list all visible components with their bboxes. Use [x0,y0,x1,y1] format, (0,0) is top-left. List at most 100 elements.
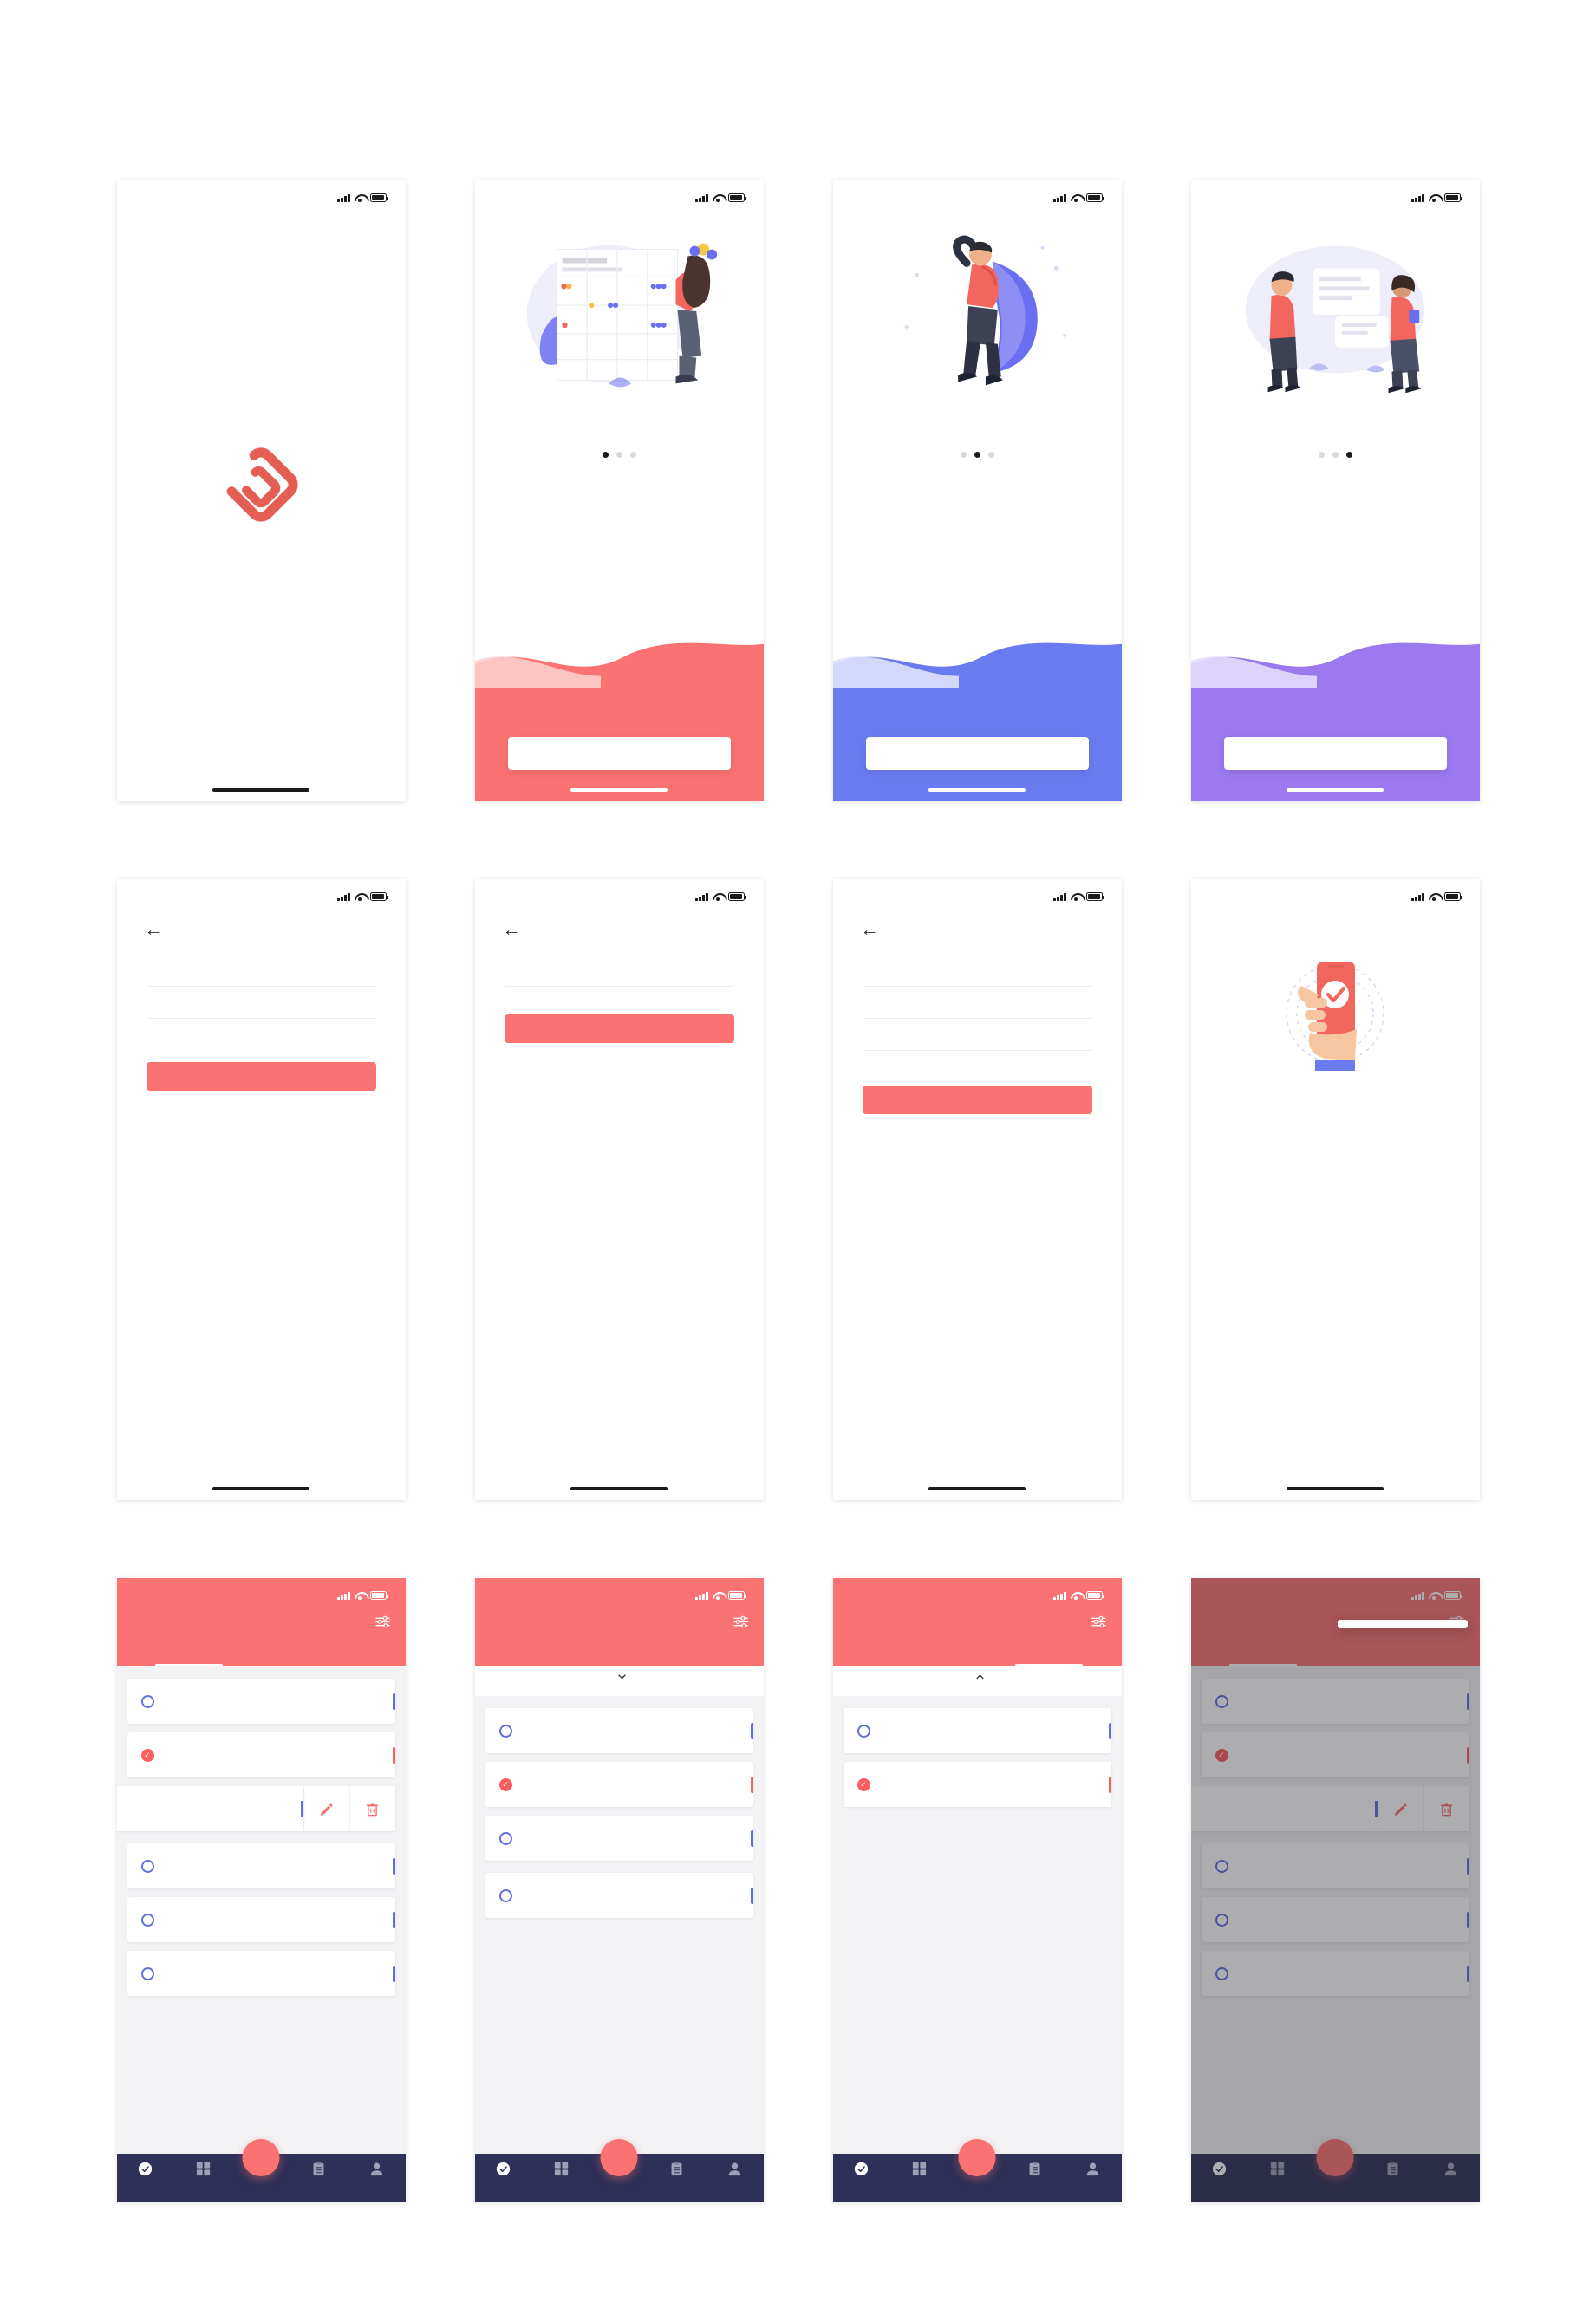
get-started-button[interactable] [1223,737,1447,770]
swiped-task-card[interactable] [116,1786,303,1831]
task-row[interactable] [127,1843,395,1888]
nav-item-profile[interactable] [1064,2161,1122,2180]
wifi-icon [355,193,366,203]
task-checkbox-icon[interactable] [498,1724,512,1738]
chevron-up-icon[interactable] [975,1674,984,1680]
wave-shape [474,642,764,695]
new-password-input[interactable] [862,1010,1092,1019]
signal-icon [695,193,708,202]
add-task-fab[interactable] [242,2139,280,2176]
task-checkbox-icon[interactable]: ✓ [857,1777,870,1791]
calendar-week [474,1666,764,1696]
edit-task-button[interactable] [303,1786,349,1831]
modal-overlay[interactable] [1190,1578,1480,2202]
onboarding-content [474,210,764,801]
task-row-swiped[interactable] [116,1786,395,1831]
login-button[interactable] [146,1062,376,1091]
reset-code-field [862,978,1092,987]
chevron-down-icon[interactable] [617,1674,626,1680]
delete-task-button[interactable] [349,1786,395,1831]
calendar-month-header[interactable] [487,1674,752,1680]
password-input[interactable] [146,1010,376,1019]
nav-item-my-task[interactable] [475,2161,533,2180]
username-input[interactable] [504,978,734,987]
reset-code-input[interactable] [862,978,1092,987]
tab-month[interactable] [261,1637,406,1666]
nav-item-my-task[interactable] [833,2161,891,2180]
status-bar [117,879,406,909]
screen-row-1 [62,180,1535,801]
task-row[interactable] [485,1708,753,1753]
change-password-button[interactable] [862,1086,1092,1114]
nav-item-menu[interactable] [532,2161,590,2180]
filter-icon[interactable] [733,1615,748,1628]
wifi-icon [713,892,724,902]
task-row[interactable] [127,1897,395,1942]
task-row[interactable] [127,1951,395,1996]
task-checkbox-icon[interactable]: ✓ [140,1748,154,1762]
task-checkbox-icon[interactable] [857,1724,870,1738]
page-dot-1[interactable] [602,452,609,458]
tab-month[interactable] [619,1637,764,1666]
page-dot-1[interactable] [960,452,967,458]
task-row[interactable]: ✓ [843,1762,1111,1807]
status-icons [337,193,388,203]
page-dot-2[interactable] [974,452,980,458]
page-dot-3[interactable] [1345,452,1352,458]
task-checkbox-icon[interactable] [498,1888,512,1902]
task-checkbox-icon[interactable] [498,1831,512,1845]
tab-today[interactable] [833,1637,978,1666]
tab-today[interactable] [475,1637,620,1666]
nav-item-quick[interactable] [1006,2161,1064,2180]
task-row[interactable] [127,1679,395,1724]
nav-item-quick[interactable] [290,2161,348,2180]
page-dot-1[interactable] [1318,452,1325,458]
battery-icon [1443,892,1462,901]
nav-item-menu[interactable] [890,2161,948,2180]
nav-item-quick[interactable] [648,2161,706,2180]
success-illustration [1191,952,1480,1099]
page-dot-2[interactable] [1332,452,1339,458]
back-arrow-icon[interactable]: ← [145,921,163,939]
status-bar [833,180,1122,210]
page-dot-3[interactable] [629,452,636,458]
calendar-month-header[interactable] [845,1674,1110,1680]
filter-icon[interactable] [375,1615,390,1628]
nav-item-profile[interactable] [348,2161,406,2180]
page-dot-2[interactable] [616,452,622,458]
username-input[interactable] [146,978,376,987]
confirm-password-input[interactable] [862,1042,1092,1051]
get-started-button[interactable] [865,737,1089,770]
add-task-fab[interactable] [958,2139,996,2176]
nav-item-menu[interactable] [174,2161,232,2180]
task-row[interactable] [485,1816,753,1861]
battery-icon [1085,1591,1104,1600]
back-arrow-icon[interactable]: ← [861,921,879,939]
nav-item-profile[interactable] [706,2161,764,2180]
task-accent-bar [750,1830,753,1847]
page-dot-3[interactable] [987,452,994,458]
task-checkbox-icon[interactable]: ✓ [498,1777,512,1791]
task-checkbox-icon[interactable] [140,1859,154,1873]
aking-logo-icon [226,447,298,522]
onboarding-actions [1191,737,1480,791]
task-checkbox-icon[interactable] [140,1694,154,1708]
task-row[interactable] [485,1873,753,1918]
filter-icon[interactable] [1091,1615,1106,1628]
back-arrow-icon[interactable]: ← [503,921,521,939]
task-checkbox-icon[interactable] [140,1913,154,1927]
task-row[interactable] [843,1708,1111,1753]
task-row[interactable]: ✓ [485,1762,753,1807]
task-checkbox-icon[interactable] [140,1967,154,1980]
tab-today[interactable] [117,1637,262,1666]
send-request-button[interactable] [504,1014,734,1043]
onboarding-content [1190,210,1480,801]
person-icon [348,2161,406,2177]
get-started-button[interactable] [507,737,731,770]
login-form: ← [117,909,406,1500]
task-row[interactable]: ✓ [127,1732,395,1777]
add-task-fab[interactable] [600,2139,638,2176]
nav-item-my-task[interactable] [117,2161,175,2180]
tab-month[interactable] [977,1637,1122,1666]
onboarding-actions [475,737,764,791]
